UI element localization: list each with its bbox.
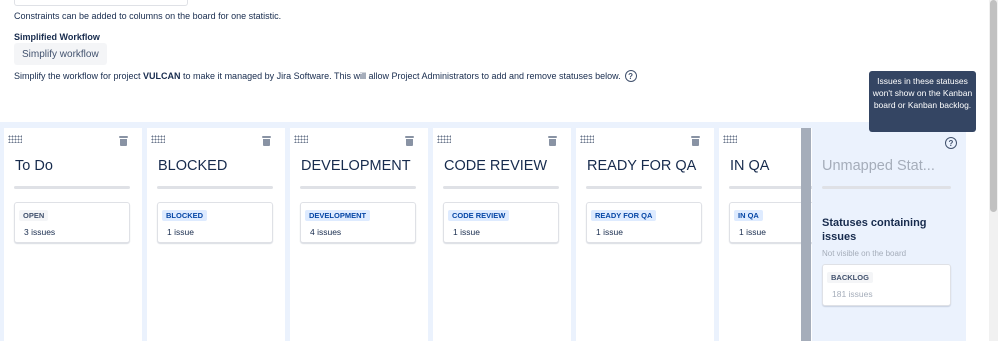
column-divider [300,186,416,189]
trash-icon[interactable] [262,136,271,146]
constraint-select[interactable] [14,0,188,6]
simplify-workflow-description: Simplify the workflow for project VULCAN… [14,70,637,82]
status-card[interactable]: DEVELOPMENT 4 issues [300,202,416,243]
status-card[interactable]: CODE REVIEW 1 issue [443,202,559,243]
drag-handle-icon[interactable] [437,135,451,143]
drag-handle-icon[interactable] [294,135,308,143]
issue-count: 1 issue [167,227,194,237]
status-lozenge: DEVELOPMENT [305,210,371,221]
question-circle-icon[interactable]: ? [945,137,957,149]
columns-scroll-divider[interactable] [801,128,811,341]
column-title: BLOCKED [158,158,228,174]
column-title: IN QA [730,158,770,174]
board-column[interactable]: To Do OPEN 3 issues [4,128,142,341]
status-card[interactable]: BLOCKED 1 issue [157,202,273,243]
status-card-backlog[interactable]: BACKLOG 181 issues [822,264,951,306]
constraints-help-text: Constraints can be added to columns on t… [14,11,282,21]
statuses-containing-issues-heading: Statuses containing issues [822,217,927,243]
status-card[interactable]: READY FOR QA 1 issue [586,202,702,243]
issue-count: 1 issue [453,227,480,237]
not-visible-subtext: Not visible on the board [822,249,907,258]
issue-count: 1 issue [596,227,623,237]
column-title: READY FOR QA [587,158,697,174]
issue-count: 181 issues [832,289,873,299]
issue-count: 3 issues [24,227,56,237]
simplified-workflow-heading: Simplified Workflow [14,32,100,42]
simplify-workflow-button[interactable]: Simplify workflow [14,43,107,65]
drag-handle-icon[interactable] [723,135,737,143]
board-column[interactable]: CODE REVIEW CODE REVIEW 1 issue [433,128,571,341]
simplify-desc-prefix: Simplify the workflow for project [14,71,144,81]
column-divider [443,186,559,189]
trash-icon[interactable] [405,136,414,146]
status-lozenge: CODE REVIEW [448,210,510,221]
question-circle-icon[interactable]: ? [624,70,637,82]
drag-handle-icon[interactable] [8,135,22,143]
column-title: CODE REVIEW [444,158,548,174]
column-divider [14,186,130,189]
column-divider [157,186,273,189]
trash-icon[interactable] [548,136,557,146]
status-lozenge: BACKLOG [827,272,873,283]
board-column[interactable]: READY FOR QA READY FOR QA 1 issue [576,128,714,341]
board-column[interactable]: BLOCKED BLOCKED 1 issue [147,128,285,341]
status-lozenge: READY FOR QA [591,210,657,221]
project-key: VULCAN [143,71,181,81]
simplify-desc-suffix: to make it managed by Jira Software. Thi… [180,71,621,81]
column-divider [822,186,951,189]
issue-count: 4 issues [310,227,342,237]
page-scrollbar-thumb[interactable] [990,0,997,212]
status-lozenge: OPEN [19,210,49,221]
column-title: To Do [15,158,53,174]
column-title: DEVELOPMENT [301,158,411,174]
unmapped-column-title: Unmapped Stat... [822,158,935,174]
status-card[interactable]: OPEN 3 issues [14,202,130,243]
drag-handle-icon[interactable] [151,135,165,143]
status-lozenge: IN QA [734,210,763,221]
issue-count: 1 issue [739,227,766,237]
trash-icon[interactable] [691,136,700,146]
board-column[interactable]: DEVELOPMENT DEVELOPMENT 4 issues [290,128,428,341]
trash-icon[interactable] [119,136,128,146]
status-lozenge: BLOCKED [162,210,208,221]
page-scrollbar[interactable] [989,0,998,341]
drag-handle-icon[interactable] [580,135,594,143]
unmapped-statuses-tooltip: Issues in these statuses won't show on t… [869,71,976,132]
unmapped-statuses-column: ? Unmapped Stat... Statuses containing i… [812,128,962,341]
column-divider [586,186,702,189]
